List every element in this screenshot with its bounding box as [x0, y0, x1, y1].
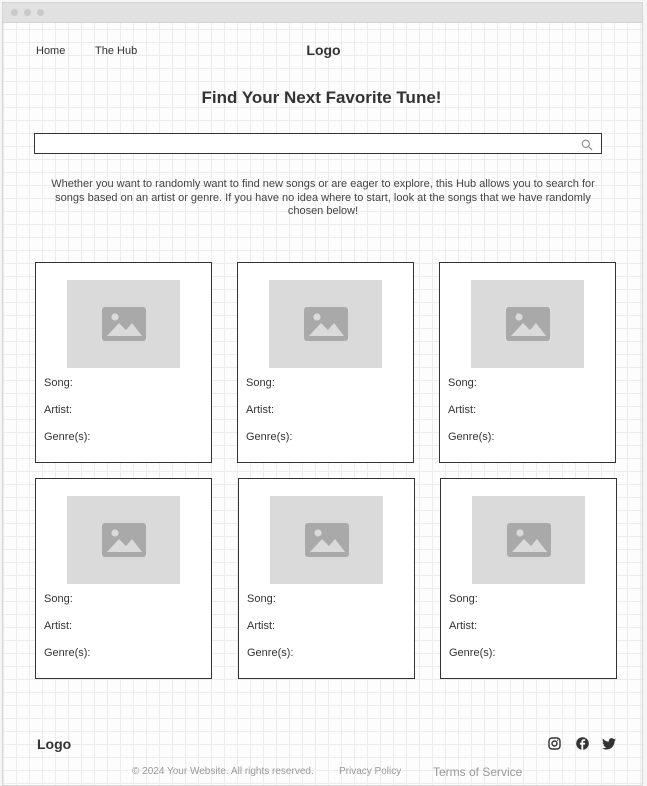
window-titlebar: [3, 3, 642, 23]
image-placeholder: [67, 280, 180, 368]
artist-label: Artist:: [246, 404, 275, 416]
image-icon: [506, 523, 551, 557]
search-input[interactable]: [39, 135, 573, 154]
window-dot-2[interactable]: [24, 9, 31, 16]
window-dot-1[interactable]: [11, 9, 18, 16]
artist-label: Artist:: [449, 620, 478, 632]
song-label: Song:: [449, 593, 478, 605]
image-icon: [101, 523, 146, 557]
search-icon[interactable]: [581, 138, 593, 156]
genre-label: Genre(s):: [44, 647, 91, 659]
footer-logo[interactable]: Logo: [37, 736, 71, 752]
image-icon: [303, 307, 348, 341]
song-card[interactable]: Song: Artist: Genre(s):: [439, 262, 616, 463]
window-dot-3[interactable]: [37, 9, 44, 16]
genre-label: Genre(s):: [449, 647, 496, 659]
artist-label: Artist:: [44, 620, 73, 632]
image-placeholder: [472, 496, 585, 584]
genre-label: Genre(s):: [44, 431, 91, 443]
search-bar[interactable]: [34, 133, 602, 154]
header-logo[interactable]: Logo: [0, 42, 647, 58]
instagram-icon[interactable]: [548, 737, 561, 755]
image-icon: [505, 307, 550, 341]
song-label: Song:: [247, 593, 276, 605]
artist-label: Artist:: [448, 404, 477, 416]
copyright-text: © 2024 Your Website. All rights reserved…: [132, 766, 314, 777]
intro-text: Whether you want to randomly want to fin…: [51, 178, 595, 217]
song-label: Song:: [44, 593, 73, 605]
image-placeholder: [270, 496, 383, 584]
song-card[interactable]: Song: Artist: Genre(s):: [237, 262, 414, 463]
artist-label: Artist:: [44, 404, 73, 416]
image-placeholder: [67, 496, 180, 584]
image-icon: [304, 523, 349, 557]
image-placeholder: [269, 280, 382, 368]
twitter-icon[interactable]: [602, 737, 616, 755]
terms-of-service-link[interactable]: Terms of Service: [433, 765, 522, 779]
genre-label: Genre(s):: [448, 431, 495, 443]
song-card[interactable]: Song: Artist: Genre(s):: [440, 478, 617, 679]
song-card[interactable]: Song: Artist: Genre(s):: [35, 262, 212, 463]
song-card[interactable]: Song: Artist: Genre(s):: [35, 478, 212, 679]
song-label: Song:: [246, 377, 275, 389]
image-placeholder: [471, 280, 584, 368]
artist-label: Artist:: [247, 620, 276, 632]
song-label: Song:: [44, 377, 73, 389]
image-icon: [101, 307, 146, 341]
facebook-icon[interactable]: [576, 737, 589, 755]
song-label: Song:: [448, 377, 477, 389]
genre-label: Genre(s):: [246, 431, 293, 443]
genre-label: Genre(s):: [247, 647, 294, 659]
song-card[interactable]: Song: Artist: Genre(s):: [238, 478, 415, 679]
privacy-policy-link[interactable]: Privacy Policy: [339, 766, 401, 777]
page-title: Find Your Next Favorite Tune!: [201, 88, 442, 107]
